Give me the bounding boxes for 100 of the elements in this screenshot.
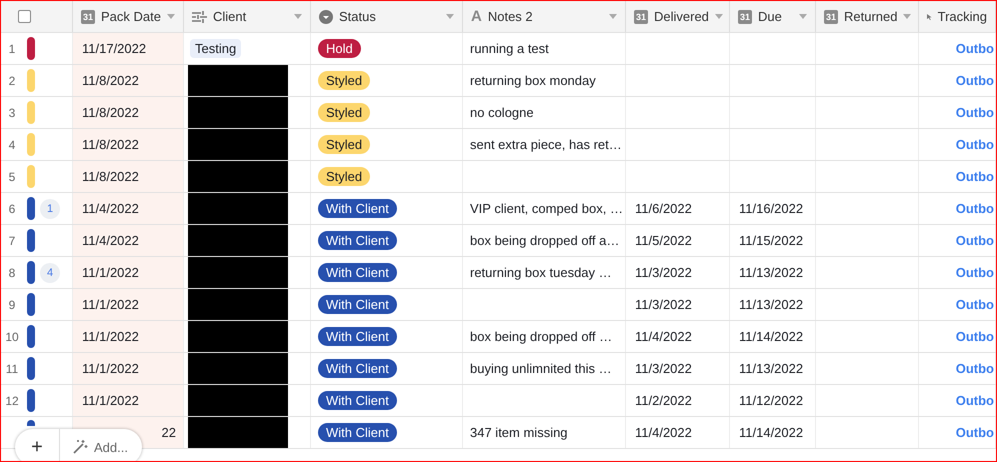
date-cell: 11/6/2022 <box>635 201 692 216</box>
status-pill: Styled <box>318 103 370 122</box>
tracking-link[interactable]: Outbo <box>956 73 994 88</box>
tracking-link[interactable]: Outbo <box>956 169 994 184</box>
notes-cell: running a test <box>470 41 549 56</box>
tracking-link[interactable]: Outbo <box>956 361 994 376</box>
caret-icon[interactable] <box>903 14 912 19</box>
row-number: 12 <box>4 394 20 408</box>
tracking-link[interactable]: Outbo <box>956 425 994 440</box>
date-cell: 11/1/2022 <box>82 297 139 312</box>
tracking-link[interactable]: Outbo <box>956 329 994 344</box>
notes-cell: VIP client, comped box, … <box>470 201 623 216</box>
status-pill: Styled <box>318 135 370 154</box>
row-number: 2 <box>8 74 16 88</box>
notes-cell: returning box monday <box>470 73 596 88</box>
status-pill: With Client <box>318 295 397 314</box>
status-pill: Styled <box>318 71 370 90</box>
notes-cell: box being dropped off a… <box>470 233 620 248</box>
caret-icon[interactable] <box>167 14 175 19</box>
date-cell: 11/8/2022 <box>82 169 139 184</box>
row-number: 8 <box>8 266 16 280</box>
date-cell: 11/4/2022 <box>82 233 139 248</box>
status-pill: With Client <box>318 263 397 282</box>
notes-cell: box being dropped off … <box>470 329 612 344</box>
date-cell: 11/8/2022 <box>82 137 139 152</box>
date-cell: 11/8/2022 <box>82 105 139 120</box>
date-cell: 11/5/2022 <box>635 233 692 248</box>
add-record-button[interactable]: + <box>15 429 60 461</box>
status-pill: With Client <box>318 359 397 378</box>
client-chip[interactable]: Testing <box>190 39 242 58</box>
notes-cell: no cologne <box>470 105 534 120</box>
tracking-link[interactable]: Outbo <box>956 41 994 56</box>
column-header[interactable]: Returned <box>844 9 898 24</box>
row-number: 7 <box>8 234 16 248</box>
notes-cell: sent extra piece, has ret… <box>470 137 622 152</box>
row-number: 6 <box>8 202 16 216</box>
notes-cell: buying unlimnited this … <box>470 361 612 376</box>
column-header[interactable]: Notes 2 <box>488 9 533 24</box>
date-cell: 11/14/2022 <box>739 329 804 344</box>
row-number: 10 <box>4 330 20 344</box>
row-number: 1 <box>8 42 16 56</box>
caret-icon[interactable] <box>294 14 302 19</box>
notes-cell: returning box tuesday … <box>470 265 612 280</box>
date-cell: 11/16/2022 <box>739 201 804 216</box>
date-cell: 11/13/2022 <box>739 361 804 376</box>
date-cell: 11/13/2022 <box>739 297 804 312</box>
tracking-link[interactable]: Outbo <box>956 393 994 408</box>
caret-icon[interactable] <box>714 14 723 19</box>
column-header[interactable]: Due <box>758 9 782 24</box>
row-number: 3 <box>8 106 16 120</box>
column-header[interactable]: Delivered <box>654 9 709 24</box>
date-cell: 11/3/2022 <box>635 297 692 312</box>
caret-icon[interactable] <box>609 14 617 19</box>
column-header[interactable]: Client <box>213 9 246 24</box>
date-cell: 11/3/2022 <box>635 361 692 376</box>
tracking-link[interactable]: Outbo <box>956 297 994 312</box>
column-header[interactable]: Pack Date <box>101 9 161 24</box>
comment-count[interactable]: 4 <box>40 262 60 282</box>
tracking-link[interactable]: Outbo <box>956 233 994 248</box>
date-cell: 11/8/2022 <box>82 73 139 88</box>
calendar-icon: 31 <box>634 10 648 24</box>
status-pill: With Client <box>318 423 397 442</box>
tracking-link[interactable]: Outbo <box>956 137 994 152</box>
date-cell: 11/1/2022 <box>82 361 139 376</box>
status-pill: With Client <box>318 199 397 218</box>
dropdown-field-icon <box>319 10 333 24</box>
calendar-icon: 31 <box>738 10 752 24</box>
row-number: 5 <box>8 170 16 184</box>
tracking-link[interactable]: Outbo <box>956 265 994 280</box>
caret-icon[interactable] <box>799 14 807 19</box>
status-pill: With Client <box>318 231 397 250</box>
select-all-checkbox[interactable] <box>18 10 31 23</box>
calendar-icon: 31 <box>824 10 838 24</box>
date-cell: 11/3/2022 <box>635 265 692 280</box>
tracking-link[interactable]: Outbo <box>956 105 994 120</box>
link-field-icon <box>192 10 207 22</box>
date-cell: 11/15/2022 <box>739 233 804 248</box>
date-cell: 11/1/2022 <box>82 265 139 280</box>
add-field-button[interactable]: Add... <box>60 429 142 461</box>
date-cell: 11/13/2022 <box>739 265 804 280</box>
text-field-icon: A <box>471 8 482 25</box>
tracking-link[interactable]: Outbo <box>956 201 994 216</box>
status-pill: Hold <box>318 39 361 58</box>
date-cell: 11/17/2022 <box>82 41 146 56</box>
notes-cell: 347 item missing <box>470 425 568 440</box>
row-number: 9 <box>8 298 16 312</box>
row-number: 11 <box>4 362 20 376</box>
status-pill: With Client <box>318 391 397 410</box>
status-pill: Styled <box>318 167 370 186</box>
calendar-icon: 31 <box>81 10 95 24</box>
date-cell: 11/2/2022 <box>635 393 692 408</box>
date-cell: 11/14/2022 <box>739 425 804 440</box>
column-header[interactable]: Status <box>339 9 376 24</box>
row-number: 4 <box>8 138 16 152</box>
date-cell: 11/4/2022 <box>635 329 692 344</box>
comment-count[interactable]: 1 <box>40 198 60 218</box>
magic-wand-icon <box>72 439 88 455</box>
date-cell: 11/1/2022 <box>82 393 139 408</box>
caret-icon[interactable] <box>446 14 454 19</box>
status-pill: With Client <box>318 327 397 346</box>
